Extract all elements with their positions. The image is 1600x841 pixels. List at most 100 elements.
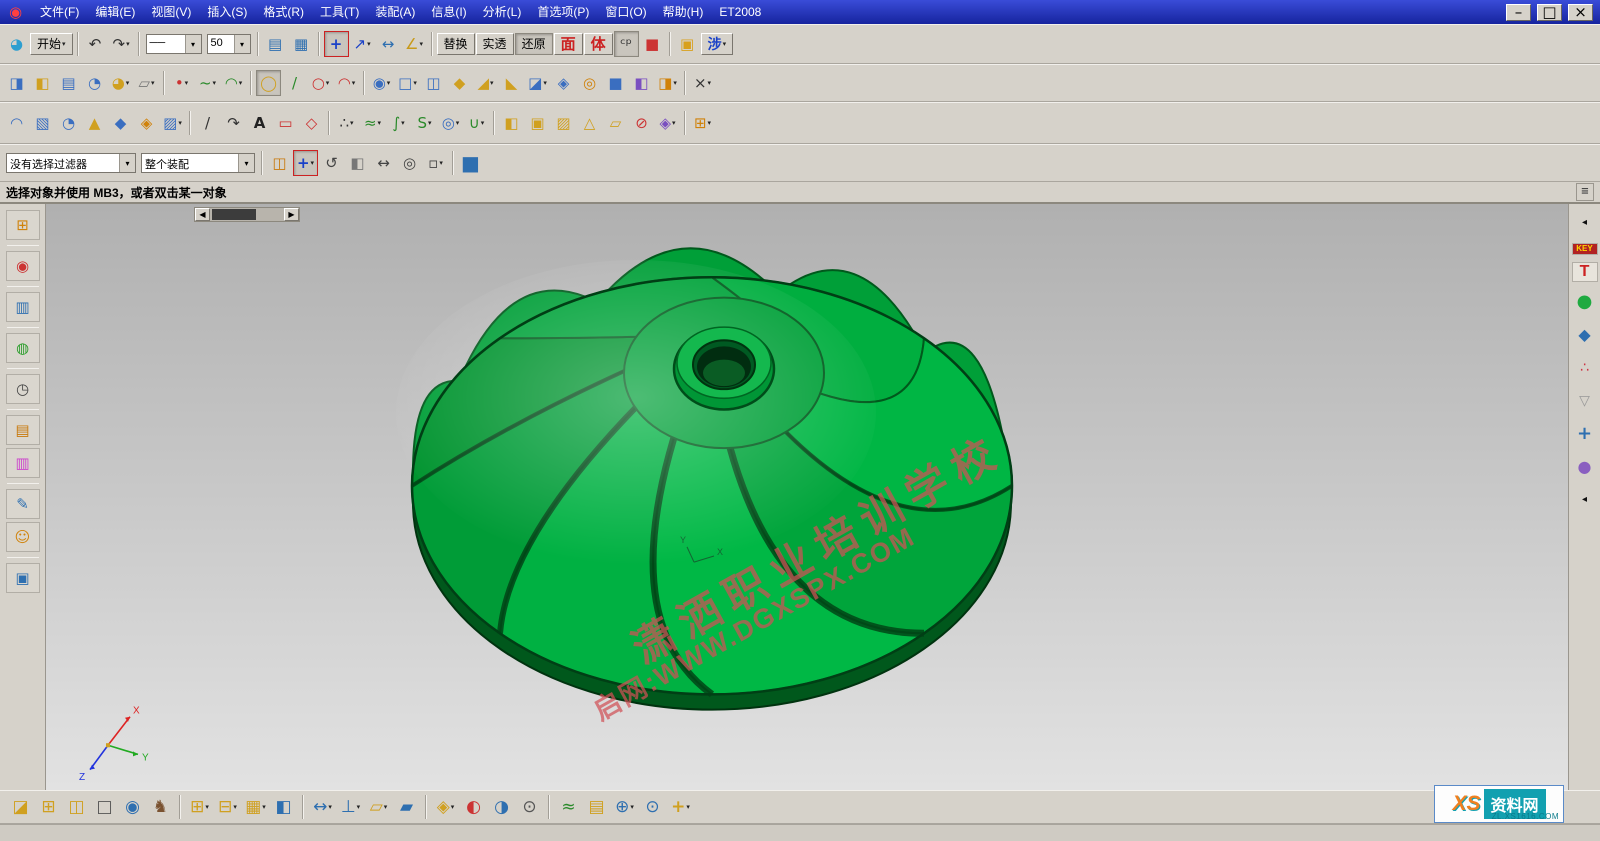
shaded-view-icon[interactable]: ◧ (345, 150, 370, 176)
dropdown-arrow[interactable]: ▾ (367, 40, 371, 48)
dropdown-arrow[interactable]: ▾ (119, 154, 135, 172)
cone-icon[interactable]: ▲ (82, 110, 107, 136)
dropdown-arrow[interactable]: ▾ (126, 40, 130, 48)
mate-icon[interactable]: ⊕▾ (612, 794, 637, 820)
sheet-body-icon[interactable]: ▤ (56, 70, 81, 96)
red-dots-icon[interactable]: ∴ (1572, 355, 1598, 381)
block-icon[interactable]: ⊞ (36, 794, 61, 820)
new-component-icon[interactable]: ⊟▾ (215, 794, 240, 820)
helix-icon[interactable]: S▾ (412, 110, 437, 136)
dropdown-arrow[interactable]: ▾ (723, 40, 727, 48)
snapshot-icon[interactable]: ◉ (120, 794, 145, 820)
tube-icon[interactable]: ◎▾ (438, 110, 463, 136)
extrude-icon[interactable]: ◧ (30, 70, 55, 96)
dropdown-arrow[interactable]: ▾ (185, 35, 201, 53)
pencil-icon[interactable]: ✎ (6, 489, 40, 519)
dropdown-arrow[interactable]: ▾ (185, 79, 189, 87)
red-cube-icon[interactable]: ■ (640, 31, 665, 57)
viewport-scrollbar[interactable]: ◀ ▶ (194, 207, 300, 222)
trim-body-icon[interactable]: ◪▾ (525, 70, 550, 96)
dropdown-arrow[interactable]: ▾ (439, 159, 443, 167)
pattern-component-icon[interactable]: ▦▾ (243, 794, 268, 820)
wave-link-icon[interactable]: ≈ (556, 794, 581, 820)
dropdown-arrow[interactable]: ▾ (401, 119, 405, 127)
menu-information[interactable]: 信息(I) (423, 0, 474, 25)
key-icon[interactable]: KEY (1572, 243, 1598, 255)
menu-tools[interactable]: 工具(T) (312, 0, 367, 25)
orient-view-icon[interactable]: ↺ (319, 150, 344, 176)
scroll-right-button[interactable]: ▶ (284, 208, 299, 221)
line-style-select[interactable]: ──▾ (146, 34, 202, 54)
minimize-button[interactable]: – (1506, 4, 1531, 21)
scale-select[interactable]: 50▾ (207, 34, 251, 54)
assembly-navigator-toggle-icon[interactable]: ◫ (267, 150, 292, 176)
sweep-icon[interactable]: ◕▾ (108, 70, 133, 96)
white-tool-icon[interactable]: ▽ (1572, 388, 1598, 414)
menu-insert[interactable]: 插入(S) (199, 0, 255, 25)
purple-part-icon[interactable]: ● (1572, 454, 1598, 480)
internet-explorer-icon[interactable]: ▤ (6, 415, 40, 445)
body-button[interactable]: 体 (584, 33, 613, 55)
menu-help[interactable]: 帮助(H) (655, 0, 712, 25)
hollow-icon[interactable]: ◎ (577, 70, 602, 96)
blend-icon[interactable]: ◆ (447, 70, 472, 96)
line-icon[interactable]: / (282, 70, 307, 96)
dropdown-arrow[interactable]: ▾ (420, 40, 424, 48)
dropdown-arrow[interactable]: ▾ (428, 119, 432, 127)
constraint-navigator-icon[interactable]: ◉ (6, 251, 40, 281)
dropdown-arrow[interactable]: ▾ (62, 40, 66, 48)
blue-part-icon[interactable]: ◆ (1572, 322, 1598, 348)
polygon-icon[interactable]: ◇ (299, 110, 324, 136)
assembly-navigator-icon[interactable]: ⊞ (6, 210, 40, 240)
redo-icon[interactable]: ↷▾ (109, 31, 134, 57)
measure-angle-icon[interactable]: ∠▾ (402, 31, 427, 57)
add-component-icon[interactable]: ⊞▾ (187, 794, 212, 820)
part-family-icon[interactable]: ▤ (584, 794, 609, 820)
replace-button[interactable]: 替换 (437, 33, 475, 55)
block-primitive-icon[interactable]: □▾ (395, 70, 420, 96)
nx-start-icon[interactable]: ◕ (4, 31, 29, 57)
bounded-plane-icon[interactable]: ▣ (525, 110, 550, 136)
dropdown-arrow[interactable]: ▾ (234, 35, 250, 53)
palette-panel-icon[interactable]: ▣ (6, 563, 40, 593)
dropdown-arrow[interactable]: ▾ (205, 803, 209, 811)
dropdown-arrow[interactable]: ▾ (543, 79, 547, 87)
ruled-surface-icon[interactable]: ▨ (551, 110, 576, 136)
copy-feature-icon[interactable]: ᶜᵖ (614, 31, 639, 57)
edge-blend-icon[interactable]: ◢▾ (473, 70, 498, 96)
dropdown-arrow[interactable]: ▾ (126, 79, 130, 87)
dropdown-arrow[interactable]: ▾ (708, 79, 712, 87)
point-set-icon[interactable]: ∴▾ (334, 110, 359, 136)
graphics-viewport[interactable]: ◀ ▶ (46, 204, 1568, 790)
four-point-surface-icon[interactable]: △ (577, 110, 602, 136)
rectangle-select-icon[interactable]: ▫▾ (423, 150, 448, 176)
bridge-curve-icon[interactable]: ∪▾ (464, 110, 489, 136)
clearance-icon[interactable]: ◑ (489, 794, 514, 820)
menu-file[interactable]: 文件(F) (32, 0, 87, 25)
zoom-view-icon[interactable]: ◎ (397, 150, 422, 176)
dropdown-arrow[interactable]: ▾ (352, 79, 356, 87)
dropdown-arrow[interactable]: ▾ (233, 803, 237, 811)
revolve-icon[interactable]: ◔ (82, 70, 107, 96)
she-button[interactable]: 涉▾ (701, 33, 734, 55)
toolbar-collapse-icon[interactable]: ◂ (1572, 210, 1598, 236)
scope-select[interactable]: 整个装配▾ (141, 153, 255, 173)
restore-button[interactable]: 还原 (515, 33, 553, 55)
surface-sweep-icon[interactable]: ◠ (4, 110, 29, 136)
offset-surface-icon[interactable]: ▱ (603, 110, 628, 136)
mirror-assembly-icon[interactable]: ◧ (271, 794, 296, 820)
scroll-track[interactable] (210, 208, 284, 221)
dropdown-arrow[interactable]: ▾ (451, 803, 455, 811)
transform-icon[interactable]: ◨ (4, 70, 29, 96)
layer-visible-icon[interactable]: ▦ (289, 31, 314, 57)
undo-icon[interactable]: ↶ (83, 31, 108, 57)
selection-filter-select[interactable]: 没有选择过滤器▾ (6, 153, 136, 173)
swept-surface-icon[interactable]: ◈ (134, 110, 159, 136)
rectangle-icon[interactable]: ▭ (273, 110, 298, 136)
freeform-icon[interactable]: ◆ (108, 110, 133, 136)
explode-icon[interactable]: ◈▾ (433, 794, 458, 820)
blue-cube-icon[interactable]: ■ (603, 70, 628, 96)
maximize-button[interactable]: □ (1537, 4, 1562, 21)
green-part-icon[interactable]: ● (1572, 289, 1598, 315)
xform-surface-icon[interactable]: ⊞▾ (690, 110, 715, 136)
